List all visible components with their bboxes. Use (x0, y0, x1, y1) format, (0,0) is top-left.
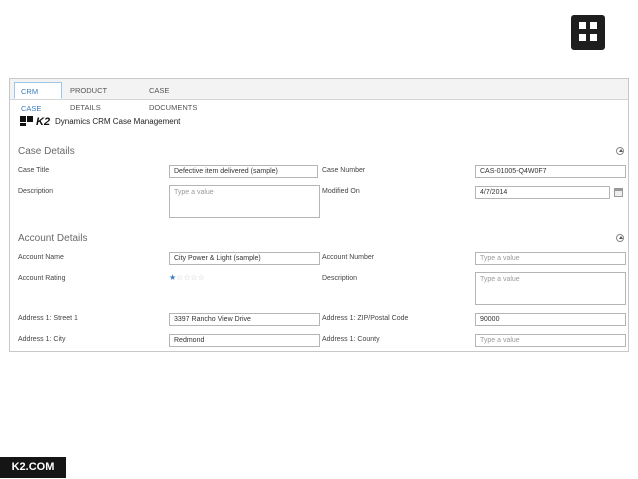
case-details-title: Case Details (18, 146, 75, 157)
zip-field[interactable]: 90000 (475, 313, 626, 326)
star-icon[interactable]: ☆ (183, 273, 190, 282)
tab-product-details[interactable]: PRODUCT DETAILS (64, 82, 138, 112)
county-field[interactable]: Type a value (475, 334, 626, 347)
calendar-icon[interactable] (614, 188, 623, 197)
account-rating-stars[interactable]: ★☆☆☆☆ (169, 273, 205, 282)
collapse-icon[interactable] (616, 147, 624, 155)
tab-crm-case[interactable]: CRM CASE (14, 82, 62, 113)
star-icon[interactable]: ☆ (198, 273, 205, 282)
app-title: Dynamics CRM Case Management (55, 117, 181, 126)
crm-case-form: CRM CASE PRODUCT DETAILS CASE DOCUMENTS … (9, 78, 629, 352)
tab-bar: CRM CASE PRODUCT DETAILS CASE DOCUMENTS (10, 79, 628, 113)
county-label: Address 1: County (322, 336, 380, 343)
description-field[interactable]: Type a value (169, 185, 320, 218)
star-icon[interactable]: ☆ (191, 273, 198, 282)
case-title-field[interactable]: Defective item delivered (sample) (169, 165, 318, 178)
k2-logo-icon (571, 15, 605, 50)
account-description-label: Description (322, 275, 358, 282)
street1-field[interactable]: 3397 Rancho View Drive (169, 313, 320, 326)
case-number-label: Case Number (322, 167, 366, 174)
city-label: Address 1: City (18, 336, 66, 343)
description-label: Description (18, 188, 54, 195)
account-details-title: Account Details (18, 233, 88, 244)
tab-case-documents[interactable]: CASE DOCUMENTS (143, 82, 217, 112)
account-description-field[interactable]: Type a value (475, 272, 626, 305)
account-rating-label: Account Rating (18, 275, 66, 282)
street1-label: Address 1: Street 1 (18, 315, 78, 322)
case-number-field[interactable]: CAS-01005-Q4W0F7 (475, 165, 626, 178)
modified-on-field[interactable]: 4/7/2014 (475, 186, 610, 199)
collapse-icon[interactable] (616, 234, 624, 242)
account-number-field[interactable]: Type a value (475, 252, 626, 265)
modified-on-label: Modified On (322, 188, 360, 195)
zip-label: Address 1: ZIP/Postal Code (322, 315, 409, 322)
account-name-label: Account Name (18, 254, 64, 261)
case-title-label: Case Title (18, 167, 50, 174)
account-name-field[interactable]: City Power & Light (sample) (169, 252, 320, 265)
city-field[interactable]: Redmond (169, 334, 320, 347)
footer-brand: K2.COM (0, 457, 66, 478)
brand-logo-text: K2 (36, 116, 51, 128)
account-number-label: Account Number (322, 254, 375, 261)
